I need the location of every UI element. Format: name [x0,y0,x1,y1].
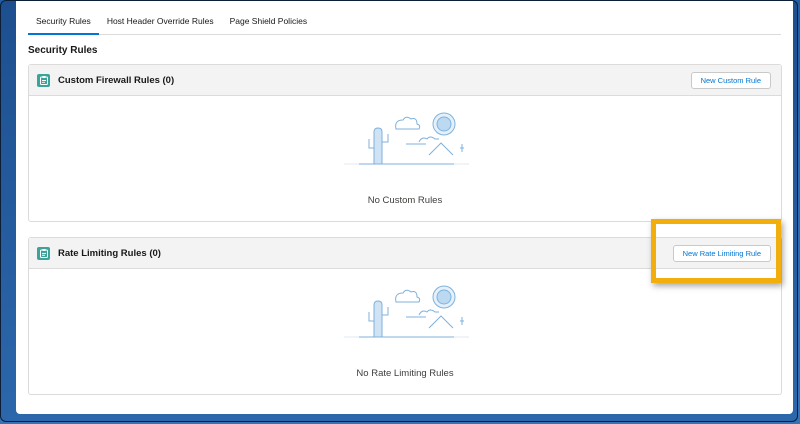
desert-illustration-icon [344,279,469,359]
section-title: Security Rules [28,45,98,56]
custom-firewall-rules-card: Custom Firewall Rules (0) New Custom Rul… [28,64,782,222]
new-custom-rule-button[interactable]: New Custom Rule [690,71,771,89]
tab-page-shield-policies[interactable]: Page Shield Policies [222,7,316,34]
clipboard-icon [37,73,50,87]
empty-message: No Rate Limiting Rules [356,368,454,379]
card-title: Custom Firewall Rules (0) [58,74,175,86]
desert-illustration-icon [344,106,469,186]
empty-state: No Custom Rules [29,96,781,221]
card-title: Rate Limiting Rules (0) [58,247,161,259]
empty-message: No Custom Rules [367,195,443,206]
card-header: Custom Firewall Rules (0) New Custom Rul… [29,65,781,96]
security-page: Security Rules Host Header Override Rule… [16,1,793,414]
clipboard-icon [37,246,50,260]
tab-bar: Security Rules Host Header Override Rule… [28,1,781,35]
tab-security-rules[interactable]: Security Rules [28,7,99,35]
empty-state: No Rate Limiting Rules [29,269,781,394]
tab-host-header-override-rules[interactable]: Host Header Override Rules [99,7,222,34]
callout-highlight-box [651,219,781,283]
app-frame: Security Rules Host Header Override Rule… [0,0,798,422]
